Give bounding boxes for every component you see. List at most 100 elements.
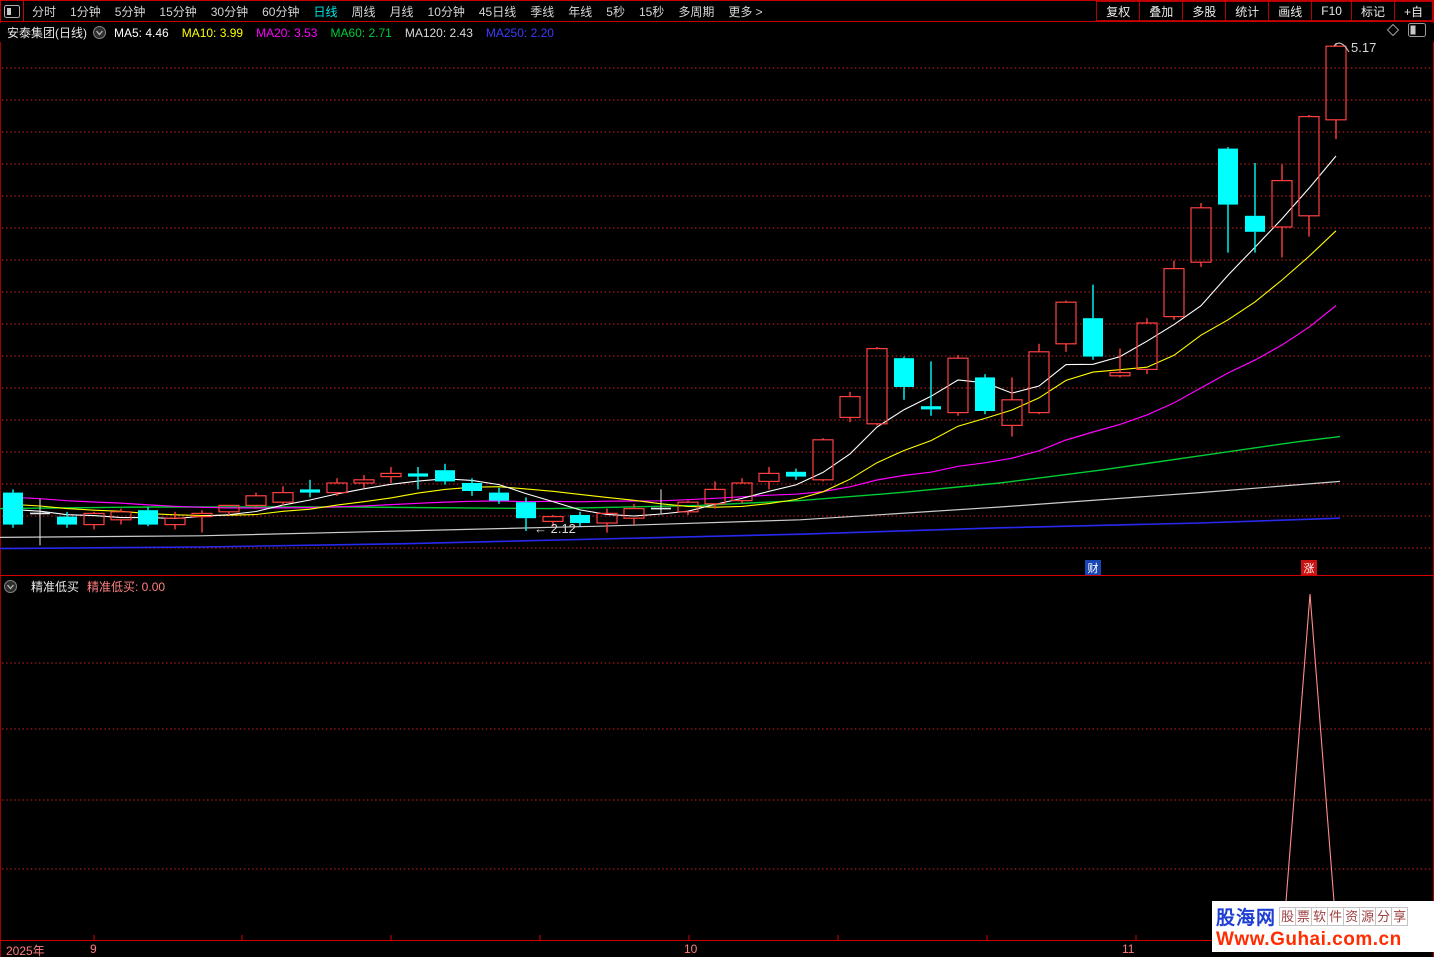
toolbar-button-多股[interactable]: 多股 (1182, 1, 1227, 21)
candle-up (1190, 207, 1212, 263)
candle-up (164, 517, 186, 526)
candle-up (704, 488, 726, 505)
candle-up (380, 472, 402, 478)
candle-down (516, 502, 536, 519)
candle-down (408, 473, 428, 477)
toolbar-button-标记[interactable]: 标记 (1350, 1, 1395, 21)
ma-legend-item: MA20: 3.53 (256, 25, 318, 40)
candle-up (623, 508, 645, 519)
period-30分钟[interactable]: 30分钟 (211, 3, 248, 20)
watermark-url: Www.Guhai.com.cn (1216, 929, 1402, 950)
candle-up (866, 348, 888, 425)
candle-up (758, 472, 780, 482)
diamond-icon[interactable] (1386, 23, 1400, 42)
indicator-name: 精准低买 (31, 580, 80, 594)
ma-legend: MA5: 4.46 MA10: 3.99 MA20: 3.53 MA60: 2.71 M… (114, 24, 567, 42)
watermark-tagline: 股票软件资源分享 (1279, 906, 1409, 926)
period-季线[interactable]: 季线 (530, 3, 554, 20)
ma-legend-item: MA250: 2.20 (485, 25, 554, 40)
ma-legend-item: MA10: 3.99 (181, 25, 244, 40)
indicator-collapse-icon[interactable] (4, 580, 17, 593)
period-15秒[interactable]: 15秒 (639, 3, 664, 20)
candle-down (786, 471, 806, 477)
ma250-line (0, 517, 1341, 550)
candle-up (947, 357, 969, 414)
candle-down (921, 406, 941, 410)
candle-up (272, 492, 294, 503)
stock-title: 安泰集团(日线) (7, 26, 87, 40)
candle-up (1271, 180, 1293, 228)
corner-icons (1386, 23, 1434, 42)
axis-month-label: 10 (684, 942, 698, 956)
chevron-down-circle-icon[interactable] (93, 26, 106, 39)
axis-month-label: 11 (1122, 942, 1135, 956)
event-badge-text: 财 (1088, 561, 1099, 575)
axis-month-label: 9 (90, 942, 97, 956)
trading-app-window: 5.17 ← 2.12 财 涨 分时 1分钟 5分钟 15分钟 30分钟 60分钟 日线 周线 月线 1… (0, 0, 1434, 957)
period-日线[interactable]: 日线 (313, 3, 337, 20)
toolbar-button-+自[interactable]: +自 (1393, 1, 1433, 21)
toolbar-button-叠加[interactable]: 叠加 (1139, 1, 1184, 21)
layout-panel-icon[interactable] (1, 1, 24, 21)
candle-up (1163, 268, 1185, 318)
watermark: 股海网 股票软件资源分享 Www.Guhai.com.cn (1212, 901, 1434, 952)
chart-svg[interactable]: 5.17 ← 2.12 财 涨 (0, 0, 1434, 957)
period-月线[interactable]: 月线 (390, 3, 414, 20)
ma120-line (0, 480, 1341, 539)
toolbar-button-复权[interactable]: 复权 (1096, 1, 1141, 21)
high-label: 5.17 (1351, 40, 1376, 55)
candle-up (1055, 301, 1077, 345)
period-menu: 分时 1分钟 5分钟 15分钟 30分钟 60分钟 日线 周线 月线 10分钟 45日线 季线 年线 5秒… (24, 3, 777, 20)
indicator-value: 精准低买: 0.00 (87, 580, 166, 594)
candle-down (435, 470, 455, 482)
candle-up (1325, 45, 1347, 121)
candle-up (1298, 115, 1320, 217)
candle-down (300, 489, 320, 493)
period-5秒[interactable]: 5秒 (606, 3, 625, 20)
period-1分钟[interactable]: 1分钟 (70, 3, 101, 20)
axis-year-label: 2025年 (6, 944, 45, 957)
candle-down (894, 358, 914, 387)
candle-down (462, 483, 482, 491)
period-年线[interactable]: 年线 (568, 3, 592, 20)
toolbar-button-画线[interactable]: 画线 (1268, 1, 1313, 21)
watermark-site: 股海网 (1216, 907, 1277, 929)
toolbar-button-统计[interactable]: 统计 (1225, 1, 1270, 21)
candle-up (1136, 322, 1158, 371)
period-5分钟[interactable]: 5分钟 (115, 3, 146, 20)
candle-up (812, 439, 834, 481)
buy-signal-spike (1282, 593, 1338, 941)
ma-legend-item: MA60: 2.71 (330, 25, 392, 40)
candle-down (138, 510, 158, 525)
period-更多 >[interactable]: 更多 > (728, 3, 762, 20)
ma10-line (12, 230, 1337, 517)
split-window-icon[interactable] (1408, 23, 1426, 42)
ma60-line (0, 435, 1341, 510)
candle-down (3, 492, 23, 525)
period-10分钟[interactable]: 10分钟 (428, 3, 465, 20)
candle-down (57, 516, 77, 525)
candle-down (1245, 215, 1265, 232)
candle-up (245, 495, 267, 506)
high-arrow (1333, 42, 1350, 53)
candle-up (839, 396, 861, 419)
indicator-header: 精准低买 精准低买: 0.00 (4, 578, 165, 595)
low-label: ← 2.12 (534, 521, 576, 536)
candle-down (975, 377, 995, 411)
candle-up (1109, 372, 1131, 377)
toolbar-right-buttons: 复权 叠加 多股 统计 画线 F10 标记 +自 (1096, 1, 1433, 21)
event-badge-text: 涨 (1304, 562, 1315, 575)
period-45日线[interactable]: 45日线 (479, 3, 516, 20)
period-周线[interactable]: 周线 (351, 3, 375, 20)
candle-up (1028, 351, 1050, 414)
toolbar-button-F10[interactable]: F10 (1311, 1, 1352, 21)
candle-down (489, 492, 509, 501)
period-15分钟[interactable]: 15分钟 (159, 3, 196, 20)
period-60分钟[interactable]: 60分钟 (262, 3, 299, 20)
period-分时[interactable]: 分时 (32, 3, 56, 20)
toolbar: 分时 1分钟 5分钟 15分钟 30分钟 60分钟 日线 周线 月线 10分钟 45日线 季线 年线 5秒… (0, 0, 1434, 22)
candle-down (1083, 318, 1103, 357)
chart-title-row: 安泰集团(日线) MA5: 4.46 MA10: 3.99 MA20: 3.53 MA… (0, 23, 1434, 42)
period-多周期[interactable]: 多周期 (678, 3, 714, 20)
ma-legend-item: MA5: 4.46 (114, 25, 169, 40)
